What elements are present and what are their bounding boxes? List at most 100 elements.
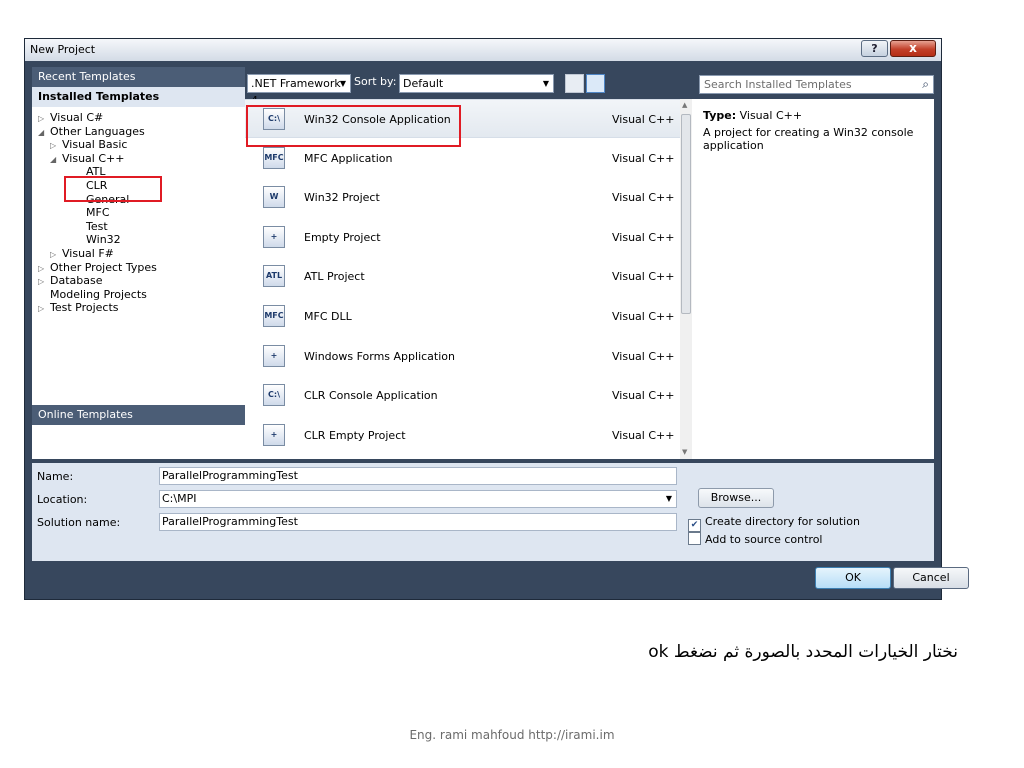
search-icon[interactable]: ⌕	[922, 76, 929, 93]
expand-arrow-icon[interactable]: ▷	[38, 304, 50, 313]
tree-item[interactable]: ▷ Other Project Types	[38, 261, 157, 274]
expand-arrow-icon[interactable]: ▷	[38, 114, 50, 123]
tree-item[interactable]: ◢ Visual C++	[50, 152, 124, 165]
chevron-down-icon: ▼	[339, 79, 346, 88]
tree-item-label: Database	[50, 274, 103, 288]
title-bar[interactable]: New Project ? x	[25, 39, 941, 61]
template-name: MFC DLL	[304, 310, 352, 323]
dialog-title: New Project	[30, 43, 96, 56]
source-control-label: Add to source control	[705, 533, 823, 546]
name-label: Name:	[37, 470, 74, 483]
tree-item[interactable]: Modeling Projects	[38, 288, 147, 301]
instruction-caption: نختار الخيارات المحدد بالصورة ثم نضغط ok	[648, 642, 958, 662]
template-icon: +	[263, 225, 285, 248]
template-toolbar: .NET Framework 4▼ Sort by: Default ▼	[245, 67, 692, 107]
template-row[interactable]: MFC MFC DLL Visual C++	[245, 297, 680, 336]
browse-button[interactable]: Browse...	[698, 488, 774, 508]
dialog-footer	[25, 561, 941, 599]
highlight-win32-console	[246, 105, 461, 147]
template-language: Visual C++	[612, 191, 675, 205]
checkbox-unchecked-icon[interactable]	[688, 532, 701, 545]
template-icon: C:\	[263, 384, 285, 407]
template-description: A project for creating a Win32 console a…	[703, 126, 914, 152]
framework-select[interactable]: .NET Framework 4▼	[247, 74, 351, 107]
tree-item-label: Visual F#	[62, 247, 114, 260]
solution-name-input[interactable]: ParallelProgrammingTest	[159, 513, 677, 531]
tree-item[interactable]: ◢ Other Languages	[38, 125, 145, 138]
template-row[interactable]: + Empty Project Visual C++	[245, 218, 680, 257]
tree-item[interactable]: ▷ Visual Basic	[50, 138, 127, 151]
expand-arrow-icon[interactable]: ▷	[38, 277, 50, 286]
source-control-checkbox[interactable]: Add to source control	[688, 532, 823, 546]
template-name: ATL Project	[304, 270, 365, 284]
template-icon: MFC	[263, 305, 285, 327]
template-language: Visual C++	[612, 151, 675, 165]
tree-item[interactable]: ▷ Visual F#	[50, 247, 114, 260]
help-button[interactable]: ?	[861, 40, 888, 57]
create-directory-checkbox[interactable]: ✔ Create directory for solution	[688, 515, 860, 532]
small-icons-view-icon[interactable]	[586, 74, 605, 93]
solution-name-label: Solution name:	[37, 516, 121, 529]
template-row[interactable]: W Win32 Project Visual C++	[245, 178, 680, 217]
template-list-scrollbar[interactable]: ▲ ▼	[680, 99, 692, 459]
template-tree-pane: Recent Templates Installed Templates ▷ Vi…	[32, 67, 245, 459]
template-name: Win32 Project	[304, 191, 380, 205]
tree-item[interactable]: Win32	[62, 233, 121, 246]
expand-arrow-icon[interactable]: ◢	[50, 155, 62, 164]
tree-item[interactable]: MFC	[62, 206, 110, 219]
sort-select[interactable]: Default ▼	[399, 74, 554, 93]
medium-icons-view-icon[interactable]	[565, 74, 584, 93]
scroll-up-icon[interactable]: ▲	[682, 101, 687, 109]
chevron-down-icon: ▼	[542, 79, 549, 88]
type-line: Type: Visual C++	[703, 109, 802, 122]
scrollbar-thumb[interactable]	[681, 114, 691, 314]
tree-item[interactable]: ▷ Visual C#	[38, 111, 103, 124]
template-language: Visual C++	[612, 428, 675, 442]
scroll-down-icon[interactable]: ▼	[682, 448, 687, 456]
template-language: Visual C++	[612, 349, 675, 363]
search-placeholder: Search Installed Templates	[704, 78, 852, 91]
template-name: CLR Console Application	[304, 389, 438, 403]
tree-item-label: Visual C#	[50, 111, 104, 124]
template-icon: +	[263, 423, 285, 446]
template-row[interactable]: + CLR Empty Project Visual C++	[245, 416, 680, 455]
expand-arrow-icon[interactable]: ▷	[50, 250, 62, 259]
ok-button[interactable]: OK	[815, 567, 891, 589]
template-icon: ATL	[263, 265, 285, 288]
template-language: Visual C++	[612, 310, 675, 323]
expand-arrow-icon[interactable]: ▷	[50, 141, 62, 150]
expand-arrow-icon[interactable]: ◢	[38, 128, 50, 137]
close-button[interactable]: x	[890, 40, 936, 57]
template-language: Visual C++	[612, 230, 675, 244]
tree-item-label: Other Languages	[50, 124, 145, 138]
recent-templates-header[interactable]: Recent Templates	[32, 67, 245, 87]
template-list: C:\ Win32 Console Application Visual C++ MF…	[245, 99, 692, 459]
cancel-button[interactable]: Cancel	[893, 567, 969, 589]
location-input[interactable]: C:\MPI ▼	[159, 490, 677, 508]
tree-item-label: Win32	[86, 233, 121, 247]
tree-item[interactable]: ▷ Database	[38, 274, 103, 287]
template-name: MFC Application	[304, 151, 393, 165]
online-templates-header[interactable]: Online Templates	[32, 405, 245, 425]
template-tree: ▷ Visual C# ◢ Other Languages ▷ Visual Basic ◢…	[32, 109, 245, 409]
type-value: Visual C++	[739, 109, 803, 122]
sort-value: Default	[403, 77, 444, 90]
template-row[interactable]: + Windows Forms Application Visual C++	[245, 337, 680, 376]
name-input[interactable]: ParallelProgrammingTest	[159, 467, 677, 485]
chevron-down-icon[interactable]: ▼	[666, 491, 672, 507]
tree-item-label: MFC	[86, 206, 110, 220]
author-credit: Eng. rami mahfoud http://irami.im	[409, 728, 615, 742]
template-row[interactable]: C:\ CLR Console Application Visual C++	[245, 376, 680, 415]
location-label: Location:	[37, 493, 88, 506]
search-templates-input[interactable]: Search Installed Templates ⌕	[699, 75, 934, 94]
expand-arrow-icon[interactable]: ▷	[38, 264, 50, 273]
tree-item-label: Visual C++	[62, 151, 125, 165]
tree-item-label: Visual Basic	[62, 138, 128, 152]
checkbox-checked-icon[interactable]: ✔	[688, 519, 701, 532]
template-language: Visual C++	[612, 389, 675, 403]
template-row[interactable]: ATL ATL Project Visual C++	[245, 257, 680, 296]
installed-templates-header[interactable]: Installed Templates	[32, 87, 245, 107]
template-icon: W	[263, 186, 285, 209]
tree-item[interactable]: ▷ Test Projects	[38, 301, 119, 314]
tree-item[interactable]: Test	[62, 220, 108, 233]
